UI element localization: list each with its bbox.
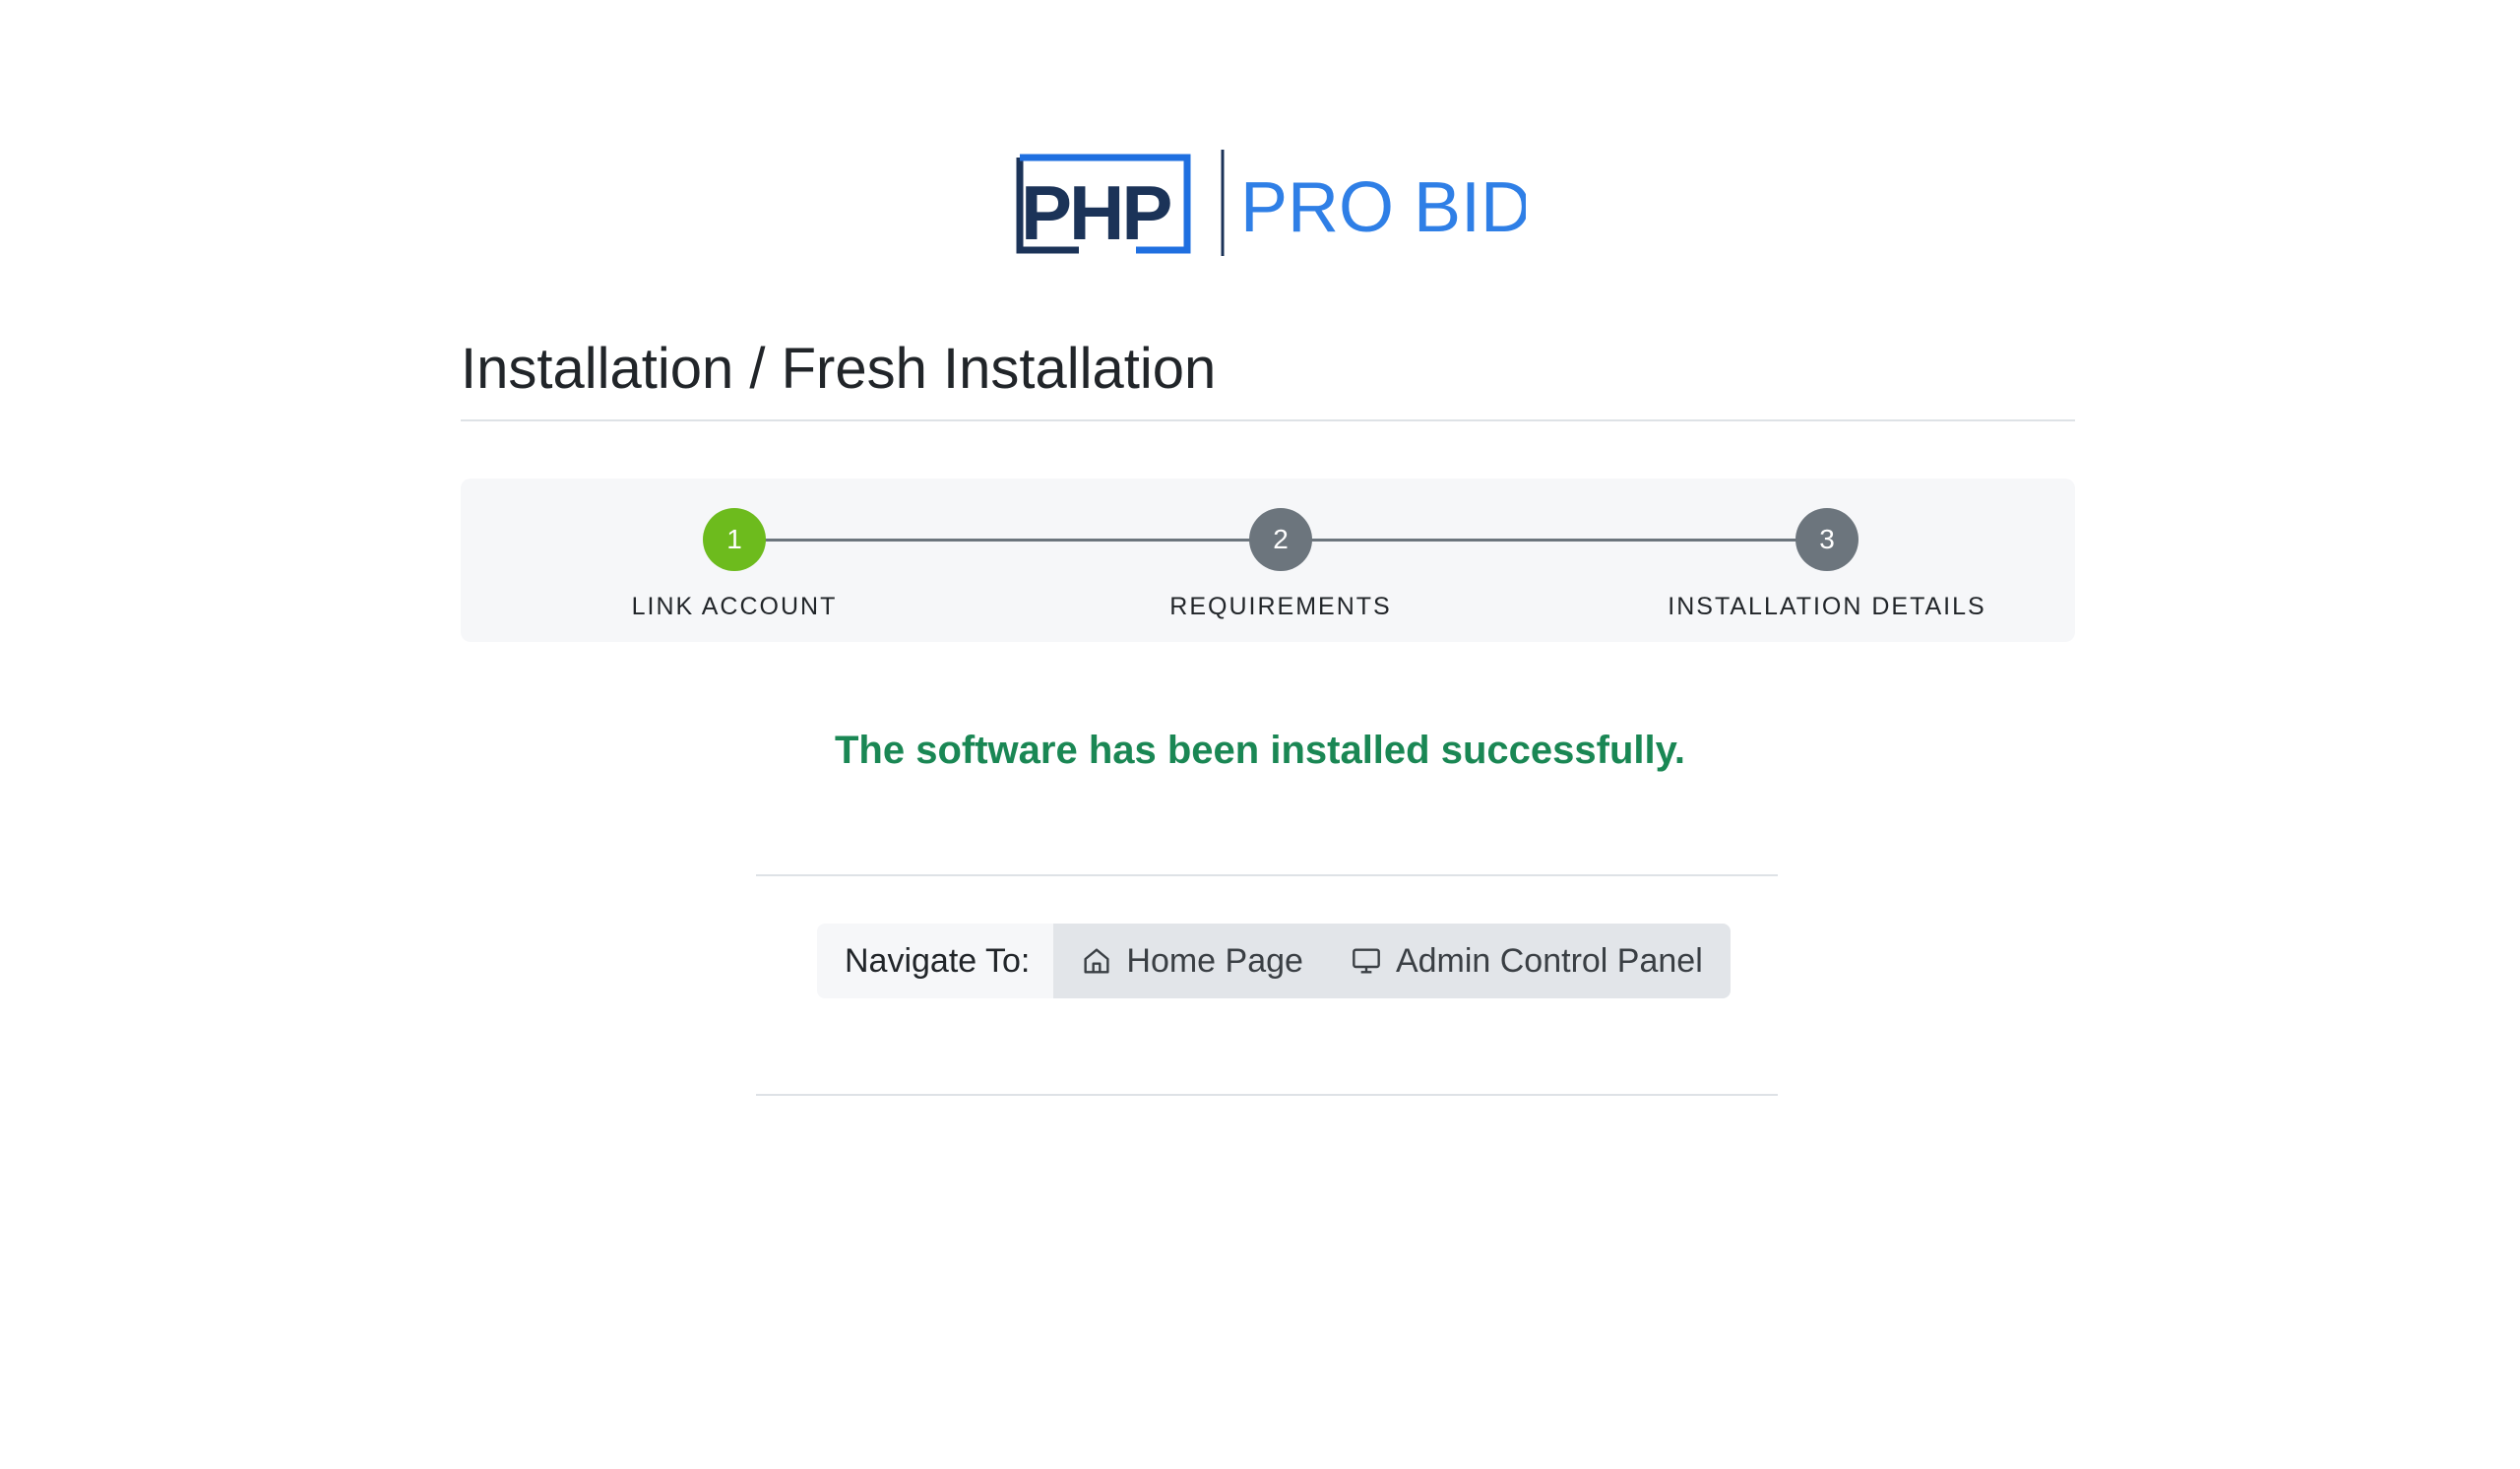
step-number-circle: 1: [703, 508, 766, 571]
php-pro-bid-logo: PHP PRO BID: [1014, 146, 1526, 260]
navigate-to-label: Navigate To:: [817, 924, 1054, 998]
logo-pro-bid-text: PRO BID: [1240, 168, 1526, 247]
step-label: REQUIREMENTS: [1169, 593, 1392, 620]
step-link-account: 1 LINK ACCOUNT: [537, 508, 931, 621]
home-page-label: Home Page: [1126, 941, 1303, 980]
title-divider: [461, 419, 2075, 421]
install-stepper: 1 LINK ACCOUNT 2 REQUIREMENTS 3 INSTALLA…: [461, 479, 2075, 642]
home-page-button[interactable]: Home Page: [1053, 924, 1329, 998]
install-success-message: The software has been installed successf…: [834, 729, 1685, 772]
logo-php-text: PHP: [1021, 169, 1170, 256]
monitor-icon: [1351, 945, 1382, 977]
step-label: LINK ACCOUNT: [631, 593, 838, 620]
divider-top: [756, 874, 1778, 876]
admin-control-panel-button[interactable]: Admin Control Panel: [1328, 924, 1731, 998]
step-label: INSTALLATION DETAILS: [1668, 593, 1986, 620]
divider-bottom: [756, 1094, 1778, 1096]
step-installation-details: 3 INSTALLATION DETAILS: [1630, 508, 2024, 621]
admin-control-panel-label: Admin Control Panel: [1395, 941, 1703, 980]
navigate-to-group: Navigate To: Home Page Admin Control Pan…: [817, 924, 1731, 998]
home-icon: [1081, 945, 1112, 977]
step-number-circle: 2: [1249, 508, 1312, 571]
page-title: Installation / Fresh Installation: [461, 337, 1217, 401]
step-requirements: 2 REQUIREMENTS: [1084, 508, 1478, 621]
step-number-circle: 3: [1796, 508, 1858, 571]
